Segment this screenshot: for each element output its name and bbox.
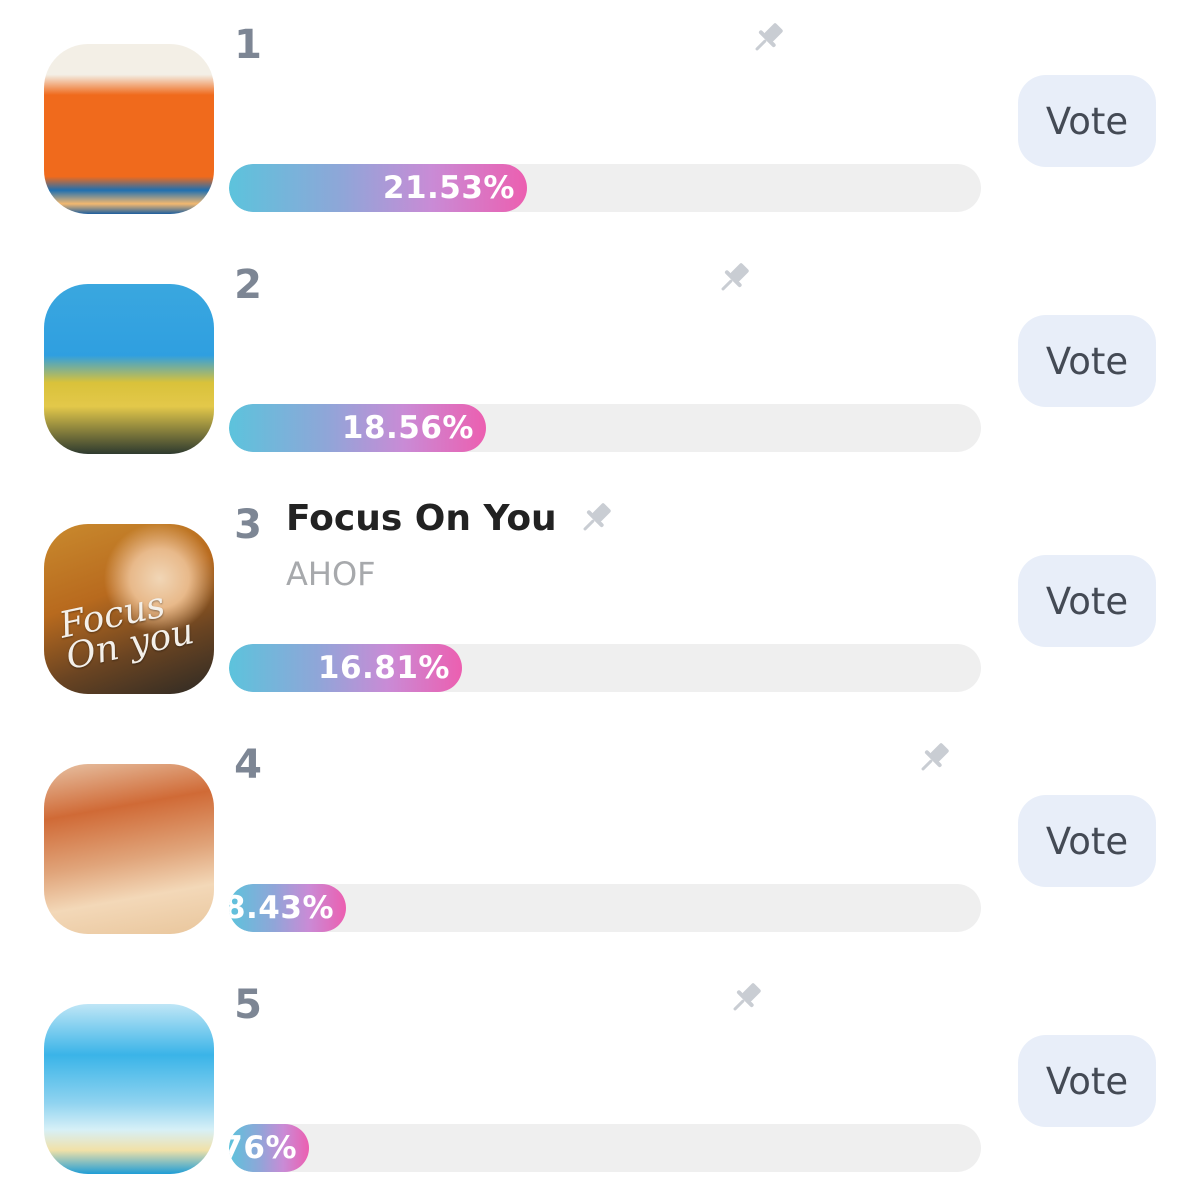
song-title: [286, 254, 726, 304]
vote-share-track: 21.53%: [229, 164, 981, 212]
vote-percentage: 21.53%: [382, 170, 515, 206]
vote-button[interactable]: Vote: [1018, 315, 1156, 407]
vote-button[interactable]: Vote: [1018, 75, 1156, 167]
vote-share-track: 5.76%: [229, 1124, 981, 1172]
vote-share-bar: 18.56%: [229, 404, 486, 452]
song-title: [286, 734, 726, 784]
song-title: [286, 974, 726, 1024]
album-cover[interactable]: [44, 44, 214, 214]
pin-icon[interactable]: [726, 978, 766, 1018]
artist-name: [286, 72, 706, 116]
pin-icon[interactable]: [914, 738, 954, 778]
album-cover[interactable]: Focus On you: [44, 524, 214, 694]
album-cover[interactable]: [44, 1004, 214, 1174]
chart-row: Focus On you 3 Focus On You AHOF 16.81% …: [0, 480, 1200, 720]
artist-name: [286, 792, 706, 836]
artist-name: [286, 312, 706, 356]
song-title: Focus On You: [286, 498, 557, 539]
album-cover[interactable]: [44, 284, 214, 454]
pin-icon[interactable]: [714, 258, 754, 298]
vote-share-track: 18.56%: [229, 404, 981, 452]
pin-icon[interactable]: [576, 498, 616, 538]
vote-button[interactable]: Vote: [1018, 555, 1156, 647]
vote-button[interactable]: Vote: [1018, 1035, 1156, 1127]
album-cover[interactable]: [44, 764, 214, 934]
vote-share-track: 16.81%: [229, 644, 981, 692]
chart-row: 5 5.76% Vote: [0, 960, 1200, 1200]
song-title: [286, 14, 726, 64]
vote-percentage: 18.56%: [341, 410, 474, 446]
artist-name: AHOF: [286, 555, 376, 593]
chart-row: 2 18.56% Vote: [0, 240, 1200, 480]
vote-share-track: 8.43%: [229, 884, 981, 932]
vote-share-bar: 16.81%: [229, 644, 462, 692]
vote-button[interactable]: Vote: [1018, 795, 1156, 887]
vote-percentage: 8.43%: [229, 890, 334, 926]
rank-number: 3: [234, 502, 262, 548]
vote-share-bar: 5.76%: [229, 1124, 309, 1172]
rank-number: 4: [234, 742, 262, 788]
rank-number: 2: [234, 262, 262, 308]
rank-number: 5: [234, 982, 262, 1028]
vote-percentage: 16.81%: [317, 650, 450, 686]
vote-share-bar: 8.43%: [229, 884, 346, 932]
chart-row: 1 21.53% Vote: [0, 0, 1200, 240]
vote-percentage: 5.76%: [229, 1130, 297, 1166]
artist-name: [286, 1032, 706, 1076]
pin-icon[interactable]: [748, 18, 788, 58]
vote-share-bar: 21.53%: [229, 164, 527, 212]
rank-number: 1: [234, 22, 262, 68]
chart-row: 4 8.43% Vote: [0, 720, 1200, 960]
